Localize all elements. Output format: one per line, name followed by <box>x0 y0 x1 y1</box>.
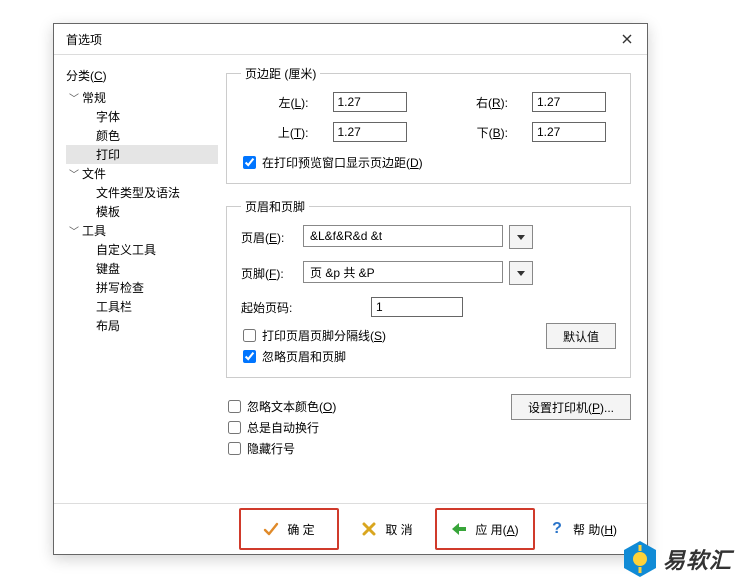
tree-item-template[interactable]: 模板 <box>66 202 218 221</box>
check-icon <box>263 521 279 537</box>
tree-group-tools[interactable]: ﹀ 工具 <box>66 221 218 240</box>
ignore-headerfooter-checkbox[interactable] <box>243 350 256 363</box>
start-page-input[interactable] <box>371 297 463 317</box>
ignore-headerfooter-label: 忽略页眉和页脚 <box>262 348 346 365</box>
tree-item-print[interactable]: 打印 <box>66 145 218 164</box>
tree-item-spellcheck[interactable]: 拼写检查 <box>66 278 218 297</box>
question-icon: ? <box>549 521 565 537</box>
category-heading: 分类(C) <box>66 67 218 84</box>
default-button[interactable]: 默认值 <box>546 323 616 349</box>
brand-logo-icon <box>623 540 657 578</box>
margin-top-input[interactable] <box>333 122 407 142</box>
tree-item-customtools[interactable]: 自定义工具 <box>66 240 218 259</box>
wrap-checkbox[interactable] <box>228 421 241 434</box>
start-page-row: 起始页码: <box>241 297 616 317</box>
brand-text: 易软汇 <box>663 543 732 575</box>
wrap-label: 总是自动换行 <box>247 419 319 436</box>
footer-label: 页脚(F): <box>241 265 303 282</box>
close-icon <box>622 34 632 44</box>
margin-right-input[interactable] <box>532 92 606 112</box>
dialog-title: 首选项 <box>66 31 102 48</box>
header-combo <box>303 225 533 249</box>
ignore-color-label: 忽略文本颜色(O) <box>247 398 336 415</box>
show-margins-preview-label: 在打印预览窗口显示页边距(D) <box>262 154 423 171</box>
tree-item-filetype[interactable]: 文件类型及语法 <box>66 183 218 202</box>
tree-item-font[interactable]: 字体 <box>66 107 218 126</box>
margins-group-title: 页边距 (厘米) <box>241 65 320 82</box>
headerfooter-grid: 页眉(E): 页脚(F): <box>241 225 616 317</box>
tree-item-color[interactable]: 颜色 <box>66 126 218 145</box>
margins-group: 页边距 (厘米) 左(L): 右(R): 上(T): 下(B): 在打印预览窗口… <box>226 65 631 184</box>
x-icon <box>361 521 377 537</box>
dialog-body: 分类(C) ﹀ 常规 字体 颜色 打印 ﹀ 文件 文件类型及语法 模板 <box>54 55 647 503</box>
ignore-color-checkbox[interactable] <box>228 400 241 413</box>
margin-bottom-label: 下(B): <box>441 124 509 141</box>
start-page-label: 起始页码: <box>241 299 371 316</box>
ignore-headerfooter-row: 忽略页眉和页脚 <box>241 348 528 365</box>
arrow-left-icon <box>451 521 467 537</box>
margin-left-label: 左(L): <box>241 94 309 111</box>
cancel-button[interactable]: 取 消 <box>339 510 435 548</box>
separator-checkbox[interactable] <box>243 329 256 342</box>
tree-item-layout[interactable]: 布局 <box>66 316 218 335</box>
chevron-down-icon: ﹀ <box>68 90 80 105</box>
settings-pane: 页边距 (厘米) 左(L): 右(R): 上(T): 下(B): 在打印预览窗口… <box>218 55 647 503</box>
header-input[interactable] <box>303 225 503 247</box>
setup-printer-button[interactable]: 设置打印机(P)... <box>511 394 631 420</box>
chevron-down-icon: ﹀ <box>68 223 80 238</box>
help-button[interactable]: ? 帮 助(H) <box>535 510 631 548</box>
tree-group-file[interactable]: ﹀ 文件 <box>66 164 218 183</box>
footer-input[interactable] <box>303 261 503 283</box>
footer-row: 页脚(F): <box>241 261 616 285</box>
extra-checks: 忽略文本颜色(O) 总是自动换行 隐藏行号 <box>226 394 511 457</box>
tree-item-toolbar[interactable]: 工具栏 <box>66 297 218 316</box>
header-label: 页眉(E): <box>241 229 303 246</box>
margin-right-label: 右(R): <box>441 94 509 111</box>
separator-label: 打印页眉页脚分隔线(S) <box>262 327 386 344</box>
headerfooter-checks: 打印页眉页脚分隔线(S) 忽略页眉和页脚 <box>241 323 528 365</box>
apply-button[interactable]: 应 用(A) <box>435 508 535 550</box>
headerfooter-bottom: 打印页眉页脚分隔线(S) 忽略页眉和页脚 默认值 <box>241 323 616 365</box>
hide-lineno-row: 隐藏行号 <box>226 440 511 457</box>
dialog-footer: 确 定 取 消 应 用(A) ? 帮 助(H) <box>54 503 647 554</box>
category-sidebar: 分类(C) ﹀ 常规 字体 颜色 打印 ﹀ 文件 文件类型及语法 模板 <box>54 55 218 503</box>
preferences-dialog: 首选项 分类(C) ﹀ 常规 字体 颜色 打印 ﹀ 文件 <box>53 23 648 555</box>
margin-left-input[interactable] <box>333 92 407 112</box>
category-tree: ﹀ 常规 字体 颜色 打印 ﹀ 文件 文件类型及语法 模板 ﹀ 工具 自定义工 <box>66 88 218 335</box>
chevron-down-icon <box>517 235 525 240</box>
hide-lineno-label: 隐藏行号 <box>247 440 295 457</box>
separator-row: 打印页眉页脚分隔线(S) <box>241 327 528 344</box>
ignore-color-row: 忽略文本颜色(O) <box>226 398 511 415</box>
close-button[interactable] <box>615 27 639 51</box>
tree-group-general[interactable]: ﹀ 常规 <box>66 88 218 107</box>
header-dropdown-button[interactable] <box>509 225 533 249</box>
show-margins-preview-checkbox[interactable] <box>243 156 256 169</box>
tree-item-keyboard[interactable]: 键盘 <box>66 259 218 278</box>
brand-watermark: 易软汇 <box>623 540 732 578</box>
footer-combo <box>303 261 533 285</box>
margins-grid: 左(L): 右(R): 上(T): 下(B): <box>241 92 616 142</box>
ok-button[interactable]: 确 定 <box>239 508 339 550</box>
titlebar: 首选项 <box>54 24 647 55</box>
chevron-down-icon <box>517 271 525 276</box>
show-margins-preview-row: 在打印预览窗口显示页边距(D) <box>241 154 616 171</box>
headerfooter-group-title: 页眉和页脚 <box>241 198 309 215</box>
chevron-down-icon: ﹀ <box>68 166 80 181</box>
headerfooter-group: 页眉和页脚 页眉(E): 页脚(F): <box>226 198 631 378</box>
margin-top-label: 上(T): <box>241 124 309 141</box>
wrap-row: 总是自动换行 <box>226 419 511 436</box>
margin-bottom-input[interactable] <box>532 122 606 142</box>
footer-dropdown-button[interactable] <box>509 261 533 285</box>
header-row: 页眉(E): <box>241 225 616 249</box>
hide-lineno-checkbox[interactable] <box>228 442 241 455</box>
